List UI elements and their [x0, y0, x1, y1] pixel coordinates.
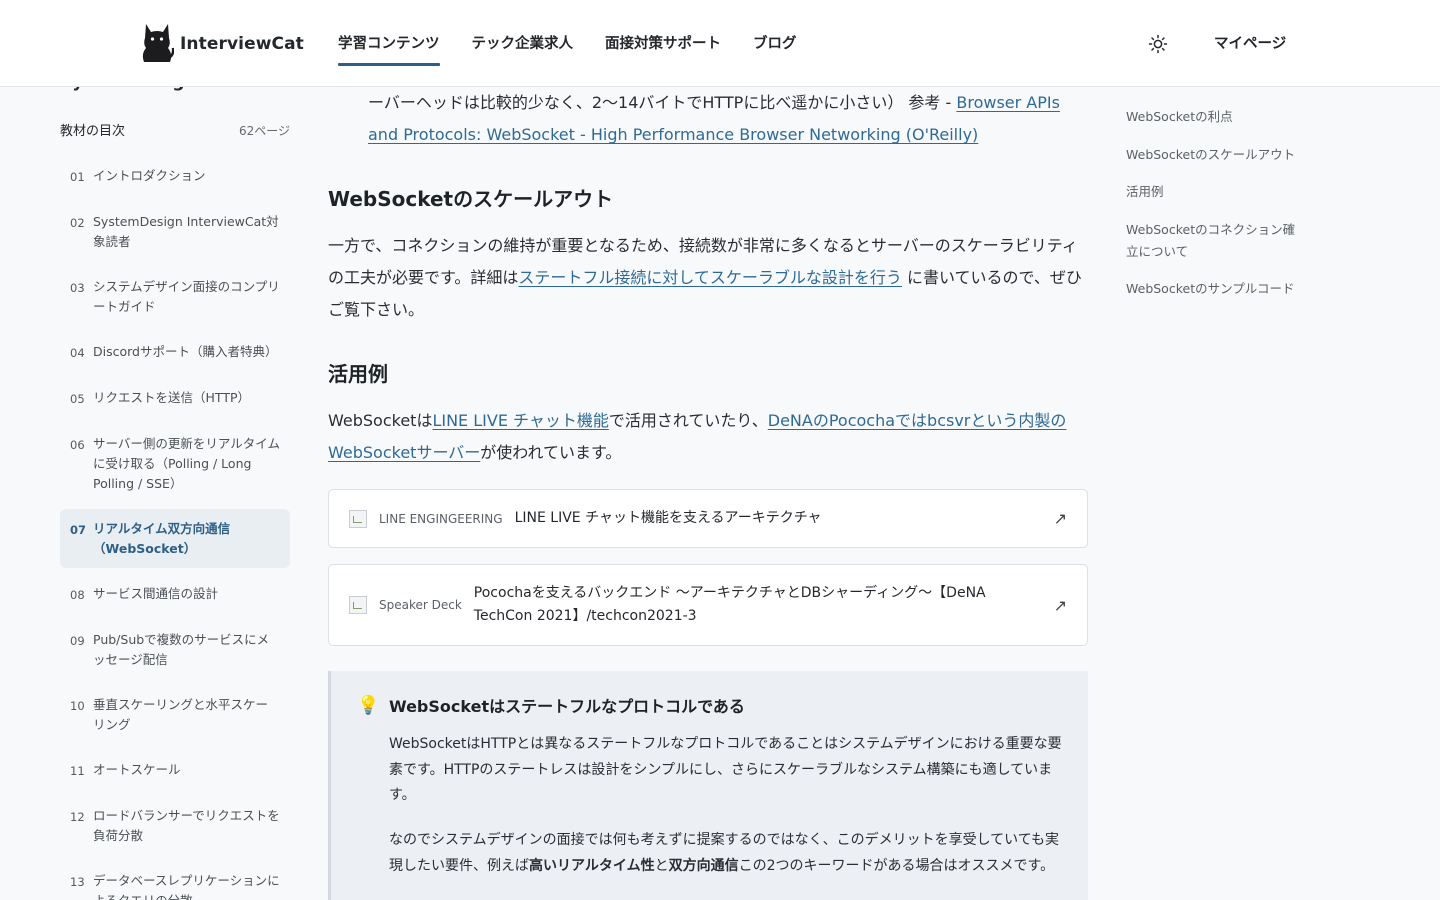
- toc-item-title: イントロダクション: [93, 168, 206, 183]
- keyword-bidirectional: 双方向通信: [668, 857, 739, 874]
- callout-paragraph-2: なのでシステムデザインの面接では何も考えずに提案するのではなく、このデメリットを…: [389, 828, 1069, 879]
- page-toc-item[interactable]: WebSocketのスケールアウト: [1126, 144, 1296, 166]
- toc-item-number: 01: [70, 170, 85, 184]
- scaleout-paragraph: 一方で、コネクションの維持が重要となるため、接続数が非常に多くなるとサーバーのス…: [328, 230, 1088, 326]
- toc-item-07-current[interactable]: 07 リアルタイム双方向通信（WebSocket）: [60, 509, 290, 568]
- toc-item-title: リクエストを送信（HTTP）: [93, 390, 250, 405]
- nav-tech-jobs[interactable]: テック企業求人: [472, 0, 574, 87]
- page-toc-item[interactable]: WebSocketのサンプルコード: [1126, 278, 1296, 300]
- favicon-image: [349, 596, 367, 614]
- overhead-text: ーバーヘッドは比較的少なく、2〜14バイトでHTTPに比べ遥かに小さい） 参考 …: [368, 93, 957, 112]
- keyword-realtime: 高いリアルタイム性: [529, 857, 655, 874]
- toc-item-title: SystemDesign InterviewCat対象読者: [93, 214, 279, 249]
- favicon-image: [349, 509, 367, 528]
- toc-item-12[interactable]: 12 ロードバランサーでリクエストを負荷分散: [60, 796, 290, 855]
- toc-item-10[interactable]: 10 垂直スケーリングと水平スケーリング: [60, 685, 290, 744]
- toc-item-number: 06: [70, 438, 85, 452]
- toc-item-number: 13: [70, 875, 85, 889]
- site-logo[interactable]: InterviewCat: [140, 22, 304, 66]
- toc-item-04[interactable]: 04 Discordサポート（購入者特典）: [60, 332, 290, 372]
- page-toc-item[interactable]: WebSocketの利点: [1126, 106, 1296, 128]
- toc-item-title: サーバー側の更新をリアルタイムに受け取る（Polling / Long Poll…: [93, 436, 281, 491]
- logo-text: InterviewCat: [180, 34, 304, 54]
- toc-item-number: 03: [70, 281, 85, 295]
- toc-item-number: 02: [70, 216, 85, 230]
- toc-header: 教材の目次 62ページ: [60, 120, 290, 139]
- toc-item-02[interactable]: 02 SystemDesign InterviewCat対象読者: [60, 202, 290, 261]
- external-link-icon: ↗: [1053, 509, 1067, 528]
- toc-item-number: 11: [70, 764, 85, 778]
- site-header: InterviewCat 学習コンテンツ テック企業求人 面接対策サポート ブロ…: [0, 0, 1440, 87]
- heading-usecase: 活用例: [328, 362, 388, 386]
- usecase-text: WebSocketは: [328, 411, 433, 430]
- stateful-design-link[interactable]: ステートフル接続に対してスケーラブルな設計を行う: [518, 268, 902, 287]
- card-title: Pocochaを支えるバックエンド 〜アーキテクチャとDBシャーディング〜【De…: [473, 585, 986, 624]
- callout-text-after: この2つのキーワードがある場合はオススメです。: [738, 857, 1055, 874]
- toc-item-08[interactable]: 08 サービス間通信の設計: [60, 574, 290, 614]
- callout-title: WebSocketはステートフルなプロトコルである: [389, 697, 745, 716]
- usecase-text-mid: で活用されていたり、: [608, 411, 768, 430]
- sun-icon[interactable]: [1148, 34, 1168, 54]
- heading-scaleout: WebSocketのスケールアウト: [328, 187, 614, 211]
- toc-item-title: Discordサポート（購入者特典）: [93, 344, 278, 359]
- callout-text-and: と: [654, 857, 669, 874]
- toc-item-11[interactable]: 11 オートスケール: [60, 750, 290, 790]
- card-site-name: LINE ENGINGEERING: [379, 511, 503, 526]
- usecase-text-after: が使われています。: [480, 443, 622, 462]
- toc-item-13[interactable]: 13 データベースレプリケーションによるクエリの分散: [60, 861, 290, 900]
- toc-item-title: システムデザイン面接のコンプリートガイド: [93, 279, 280, 314]
- toc-list: 01 イントロダクション 02 SystemDesign InterviewCat対…: [60, 156, 290, 900]
- toc-item-title: データベースレプリケーションによるクエリの分散: [93, 873, 280, 900]
- line-live-link[interactable]: LINE LIVE チャット機能: [432, 411, 608, 430]
- toc-item-title: サービス間通信の設計: [93, 586, 219, 601]
- page-count: 62ページ: [238, 124, 290, 138]
- callout-paragraph-1: WebSocketはHTTPとは異なるステートフルなプロトコルであることはシステ…: [389, 736, 1062, 803]
- toc-item-number: 04: [70, 346, 85, 360]
- link-card-speakerdeck[interactable]: Speaker Deck Pocochaを支えるバックエンド 〜アーキテクチャと…: [328, 564, 1088, 646]
- toc-item-title: Pub/Subで複数のサービスにメッセージ配信: [93, 632, 270, 667]
- toc-item-05[interactable]: 05 リクエストを送信（HTTP）: [60, 378, 290, 418]
- mypage-link[interactable]: マイページ: [1214, 0, 1286, 87]
- card-title: LINE LIVE チャット機能を支えるアーキテクチャ: [514, 510, 822, 526]
- cat-logo-icon: [142, 24, 174, 62]
- nav-blog[interactable]: ブログ: [753, 0, 797, 87]
- toc-item-number: 09: [70, 634, 85, 648]
- toc-item-number: 08: [70, 588, 85, 602]
- toc-item-number: 05: [70, 392, 85, 406]
- toc-item-number: 07: [70, 523, 87, 537]
- lightbulb-icon: 💡: [357, 695, 380, 716]
- page-toc-item[interactable]: 活用例: [1126, 181, 1296, 203]
- toc-item-title: リアルタイム双方向通信（WebSocket）: [93, 521, 231, 556]
- nav-interview-support[interactable]: 面接対策サポート: [605, 0, 721, 87]
- nav-learning-content[interactable]: 学習コンテンツ: [338, 0, 440, 87]
- toc-item-title: 垂直スケーリングと水平スケーリング: [93, 697, 269, 732]
- toc-item-number: 12: [70, 810, 85, 824]
- external-link-icon: ↗: [1053, 595, 1067, 615]
- card-site-name: Speaker Deck: [379, 598, 462, 612]
- toc-item-number: 10: [70, 699, 85, 713]
- toc-item-title: ロードバランサーでリクエストを負荷分散: [93, 808, 280, 843]
- toc-item-03[interactable]: 03 システムデザイン面接のコンプリートガイド: [60, 267, 290, 326]
- toc-item-01[interactable]: 01 イントロダクション: [60, 156, 290, 196]
- toc-label: 教材の目次: [60, 124, 126, 139]
- main-nav: 学習コンテンツ テック企業求人 面接対策サポート ブログ: [338, 0, 829, 87]
- toc-item-06[interactable]: 06 サーバー側の更新をリアルタイムに受け取る（Polling / Long Po…: [60, 424, 290, 503]
- page-toc: WebSocketの利点 WebSocketのスケールアウト 活用例 WebSo…: [1126, 106, 1296, 316]
- toc-item-09[interactable]: 09 Pub/Subで複数のサービスにメッセージ配信: [60, 620, 290, 679]
- page-toc-item[interactable]: WebSocketのコネクション確立について: [1126, 219, 1296, 263]
- usecase-paragraph: WebSocketはLINE LIVE チャット機能で活用されていたり、DeNA…: [328, 405, 1088, 469]
- toc-item-title: オートスケール: [93, 762, 181, 777]
- link-card-line[interactable]: LINE ENGINGEERING LINE LIVE チャット機能を支えるアー…: [328, 489, 1088, 548]
- course-sidebar: SystemDesign InterviewCat 教材の目次 62ページ 01…: [60, 0, 290, 900]
- overhead-paragraph: ーバーヘッドは比較的少なく、2〜14バイトでHTTPに比べ遥かに小さい） 参考 …: [368, 87, 1088, 151]
- tip-callout: 💡 WebSocketはステートフルなプロトコルである WebSocketはHT…: [328, 671, 1088, 900]
